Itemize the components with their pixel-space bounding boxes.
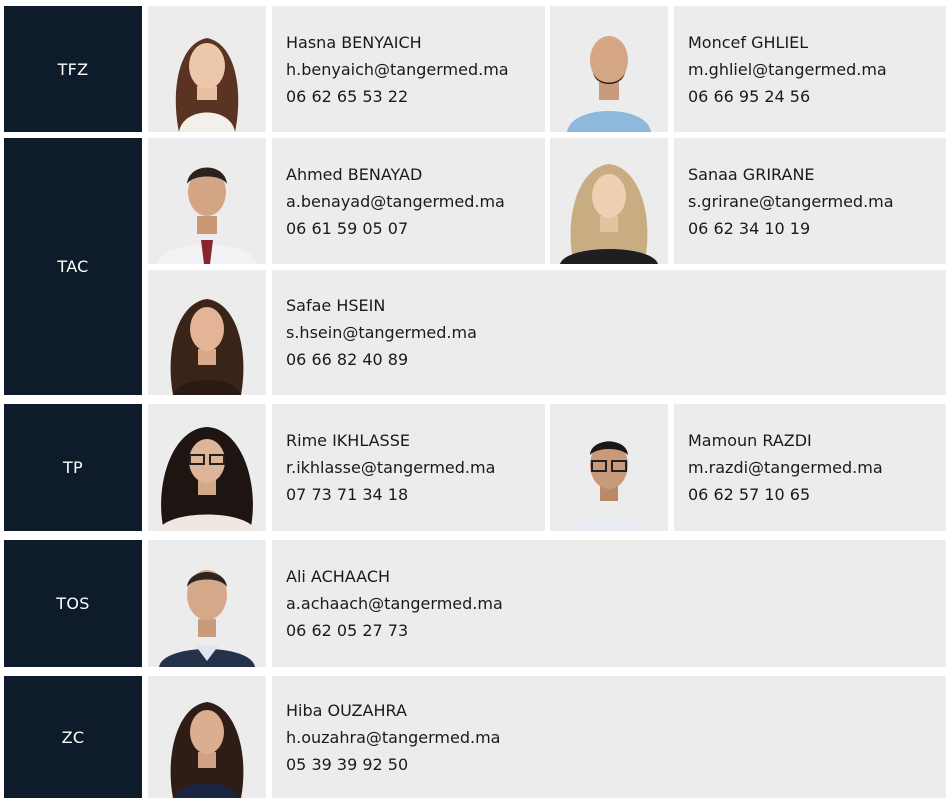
contact-photo <box>148 138 266 264</box>
contact-photo <box>148 676 266 798</box>
contact-email[interactable]: r.ikhlasse@tangermed.ma <box>286 454 545 481</box>
contact-email[interactable]: s.hsein@tangermed.ma <box>286 319 946 346</box>
contact-card: Ahmed BENAYAD a.benayad@tangermed.ma 06 … <box>272 138 545 264</box>
department-zc: ZC <box>4 676 142 798</box>
contact-email[interactable]: s.grirane@tangermed.ma <box>688 188 946 215</box>
contact-name: Rime IKHLASSE <box>286 431 410 450</box>
contact-photo <box>550 404 668 531</box>
department-label: TAC <box>57 257 89 276</box>
contact-phone[interactable]: 06 66 95 24 56 <box>688 83 946 110</box>
contact-email[interactable]: a.benayad@tangermed.ma <box>286 188 545 215</box>
department-label: TP <box>62 458 84 477</box>
contact-photo <box>550 6 668 132</box>
department-tfz: TFZ <box>4 6 142 132</box>
contact-name: Mamoun RAZDI <box>688 431 812 450</box>
contact-name: Hasna BENYAICH <box>286 32 422 52</box>
contact-card: Moncef GHLIEL m.ghliel@tangermed.ma 06 6… <box>674 6 946 132</box>
department-label: TOS <box>56 594 90 613</box>
contact-email[interactable]: a.achaach@tangermed.ma <box>286 590 946 617</box>
contact-phone[interactable]: 05 39 39 92 50 <box>286 751 946 778</box>
contact-name: Hiba OUZAHRA <box>286 700 407 720</box>
contact-email[interactable]: m.razdi@tangermed.ma <box>688 454 946 481</box>
department-tos: TOS <box>4 540 142 667</box>
department-tp: TP <box>4 404 142 531</box>
contact-card: Hiba OUZAHRA h.ouzahra@tangermed.ma 05 3… <box>272 676 946 798</box>
contact-phone[interactable]: 06 66 82 40 89 <box>286 346 946 373</box>
contact-card: Mamoun RAZDI m.razdi@tangermed.ma 06 62 … <box>674 404 946 531</box>
department-label: ZC <box>61 727 85 747</box>
contact-photo <box>148 540 266 667</box>
contact-card: Rime IKHLASSE r.ikhlasse@tangermed.ma 07… <box>272 404 545 531</box>
contact-phone[interactable]: 06 62 57 10 65 <box>688 481 946 508</box>
contact-photo <box>148 270 266 395</box>
contact-phone[interactable]: 06 62 05 27 73 <box>286 617 946 644</box>
contact-photo <box>148 6 266 132</box>
contact-name: Ahmed BENAYAD <box>286 164 423 184</box>
contact-name: Sanaa GRIRANE <box>688 164 815 184</box>
contact-name: Ali ACHAACH <box>286 567 391 586</box>
contact-photo <box>550 138 668 264</box>
contact-email[interactable]: h.ouzahra@tangermed.ma <box>286 724 946 751</box>
contact-email[interactable]: m.ghliel@tangermed.ma <box>688 56 946 83</box>
contact-name: Moncef GHLIEL <box>688 32 809 52</box>
contact-phone[interactable]: 06 62 65 53 22 <box>286 83 545 110</box>
contact-card: Safae HSEIN s.hsein@tangermed.ma 06 66 8… <box>272 270 946 395</box>
contact-phone[interactable]: 07 73 71 34 18 <box>286 481 545 508</box>
contact-card: Ali ACHAACH a.achaach@tangermed.ma 06 62… <box>272 540 946 667</box>
contact-photo <box>148 404 266 531</box>
contact-card: Hasna BENYAICH h.benyaich@tangermed.ma 0… <box>272 6 545 132</box>
contact-phone[interactable]: 06 61 59 05 07 <box>286 215 545 242</box>
department-label: TFZ <box>57 59 89 79</box>
contact-email[interactable]: h.benyaich@tangermed.ma <box>286 56 545 83</box>
contact-card: Sanaa GRIRANE s.grirane@tangermed.ma 06 … <box>674 138 946 264</box>
department-tac: TAC <box>4 138 142 395</box>
contact-phone[interactable]: 06 62 34 10 19 <box>688 215 946 242</box>
contact-name: Safae HSEIN <box>286 296 386 315</box>
